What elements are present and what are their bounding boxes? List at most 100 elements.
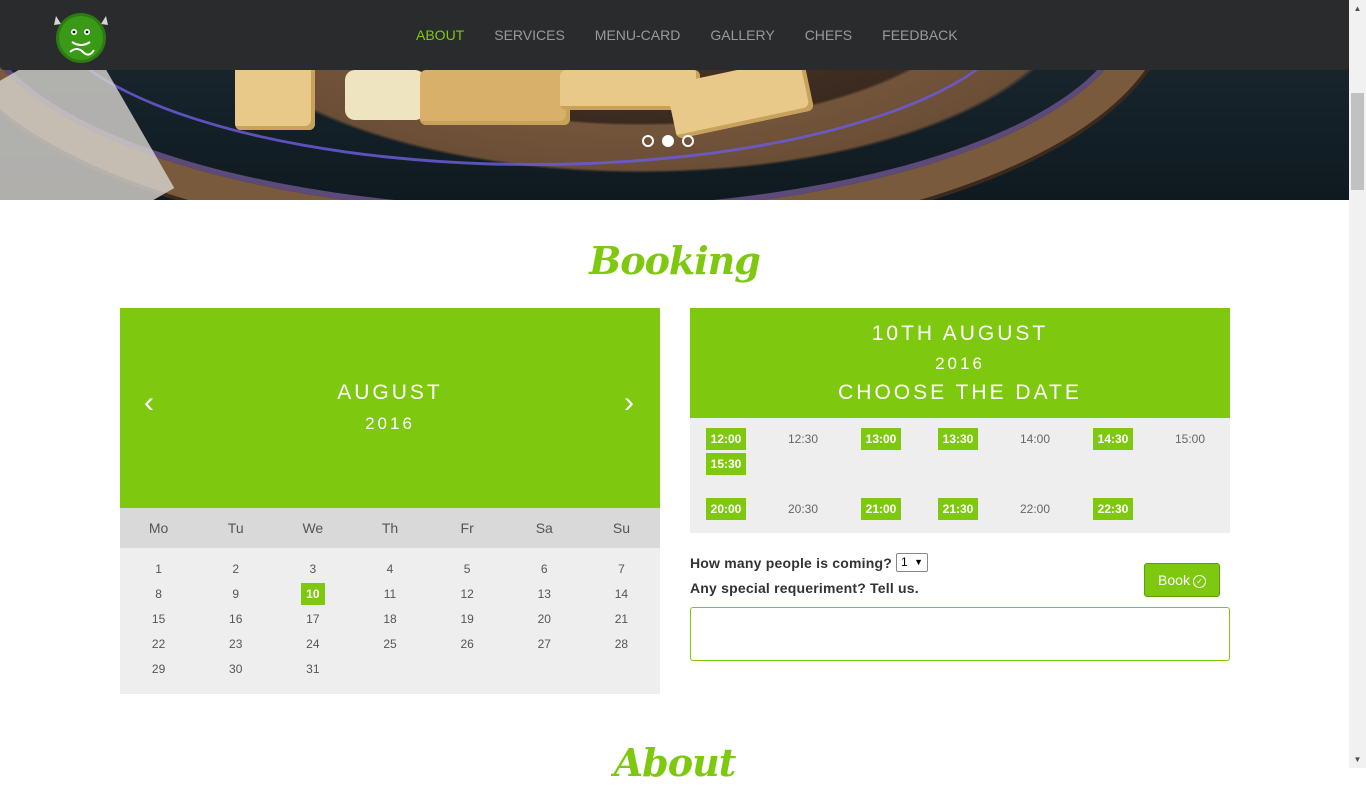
carousel-dot-3[interactable] [682,135,694,147]
calendar-day[interactable]: 19 [429,607,506,632]
nav-chefs[interactable]: CHEFS [805,27,852,43]
time-slot: 20:30 [787,502,819,516]
scroll-up-icon[interactable]: ▲ [1349,0,1366,17]
calendar-day[interactable]: 3 [274,557,351,582]
calendar-day[interactable]: 21 [583,607,660,632]
time-slot[interactable]: 22:30 [1093,498,1133,520]
booking-title: Booking [589,238,761,283]
main-nav: ABOUT SERVICES MENU-CARD GALLERY CHEFS F… [416,0,988,70]
calendar-header: ‹ AUGUST 2016 › [120,308,660,508]
nav-feedback[interactable]: FEEDBACK [882,27,957,43]
calendar-day-label: 3 [309,562,317,576]
time-slot[interactable]: 21:00 [861,498,901,520]
nav-gallery[interactable]: GALLERY [710,27,774,43]
calendar-day-label: 23 [229,637,243,651]
calendar-weekdays: Mo Tu We Th Fr Sa Su [120,508,660,548]
nav-services[interactable]: SERVICES [494,27,565,43]
calendar-day[interactable]: 4 [351,557,428,582]
calendar-day[interactable]: 16 [197,607,274,632]
book-button[interactable]: Book ✓ [1144,563,1220,597]
check-circle-icon: ✓ [1192,574,1206,588]
selected-year: 2016 [935,354,985,373]
requirements-textarea[interactable] [690,607,1230,661]
scroll-down-icon[interactable]: ▼ [1349,751,1366,768]
logo-icon[interactable] [50,8,112,64]
calendar-day[interactable]: 25 [351,632,428,657]
time-slot: 15:00 [1174,432,1206,446]
people-value: 1 [901,555,908,569]
calendar-day-label: 9 [232,587,240,601]
calendar-day-label: 8 [155,587,162,601]
time-slot[interactable]: 14:30 [1093,428,1133,450]
time-slot[interactable]: 13:00 [861,428,901,450]
weekday-label: Fr [460,520,474,536]
about-title: About [613,740,737,785]
weekday-label: We [302,520,324,536]
weekday-label: Mo [148,520,169,536]
calendar-day[interactable]: 22 [120,632,197,657]
calendar-day-label: 24 [306,637,320,651]
calendar-day[interactable]: 15 [120,607,197,632]
calendar-year: 2016 [365,414,415,433]
calendar-day[interactable]: 18 [351,607,428,632]
people-label: How many people is coming? [690,555,893,571]
calendar-day[interactable]: 24 [274,632,351,657]
calendar-day-label: 27 [537,637,551,651]
calendar-day[interactable]: 1 [120,557,197,582]
calendar-day-label: 17 [306,612,320,626]
weekday-label: Tu [227,520,244,536]
requirement-label: Any special requeriment? Tell us. [690,580,919,596]
calendar-day-label: 13 [537,587,551,601]
time-slot[interactable]: 15:30 [706,453,746,475]
calendar-day-label: 16 [229,612,243,626]
calendar-day-label: 28 [614,637,629,651]
calendar-day-label: 6 [540,562,548,576]
next-month-icon[interactable]: › [624,388,634,418]
calendar-day[interactable]: 23 [197,632,274,657]
calendar-day[interactable]: 2 [197,557,274,582]
calendar-day[interactable]: 6 [506,557,583,582]
time-slot[interactable]: 20:00 [706,498,746,520]
chevron-down-icon: ▼ [914,557,923,567]
calendar-day[interactable]: 9 [197,582,274,607]
weekday-label: Sa [535,520,553,536]
calendar-day[interactable]: 10 [274,582,351,607]
calendar-day[interactable]: 11 [351,582,428,607]
calendar-day[interactable]: 29 [120,657,197,682]
calendar-day-label: 31 [306,662,320,676]
calendar-day[interactable]: 8 [120,582,197,607]
calendar-day[interactable]: 28 [583,632,660,657]
calendar-day[interactable]: 31 [274,657,351,682]
people-select[interactable]: 1 ▼ [896,553,928,572]
calendar-day[interactable]: 7 [583,557,660,582]
calendar-day[interactable]: 12 [429,582,506,607]
calendar-day[interactable]: 17 [274,607,351,632]
time-slot[interactable]: 12:00 [706,428,746,450]
calendar-day-label: 5 [463,562,471,576]
booking-calendar: ‹ AUGUST 2016 › Mo Tu We Th Fr Sa Su 123… [120,308,660,694]
nav-about[interactable]: ABOUT [416,27,464,43]
time-slot[interactable]: 21:30 [938,498,978,520]
calendar-day[interactable]: 20 [506,607,583,632]
weekday-label: Su [612,520,630,536]
calendar-day-label: 2 [232,562,240,576]
time-slot[interactable]: 13:30 [938,428,978,450]
time-slot: 22:00 [1019,502,1051,516]
choose-date-label: CHOOSE THE DATE [838,381,1082,404]
book-button-label: Book [1158,572,1190,588]
weekday-label: Th [381,520,399,536]
calendar-day[interactable]: 5 [429,557,506,582]
carousel-dot-2[interactable] [662,135,674,147]
calendar-day-label: 19 [460,612,474,626]
calendar-day[interactable]: 14 [583,582,660,607]
calendar-day[interactable]: 13 [506,582,583,607]
calendar-day-label: 1 [155,562,162,576]
calendar-day[interactable]: 30 [197,657,274,682]
scrollbar-thumb[interactable] [1351,93,1364,190]
calendar-day[interactable]: 26 [429,632,506,657]
calendar-day-label: 14 [614,587,629,601]
time-slot: 14:00 [1019,432,1051,446]
nav-menu-card[interactable]: MENU-CARD [595,27,681,43]
carousel-dot-1[interactable] [642,135,654,147]
calendar-day[interactable]: 27 [506,632,583,657]
